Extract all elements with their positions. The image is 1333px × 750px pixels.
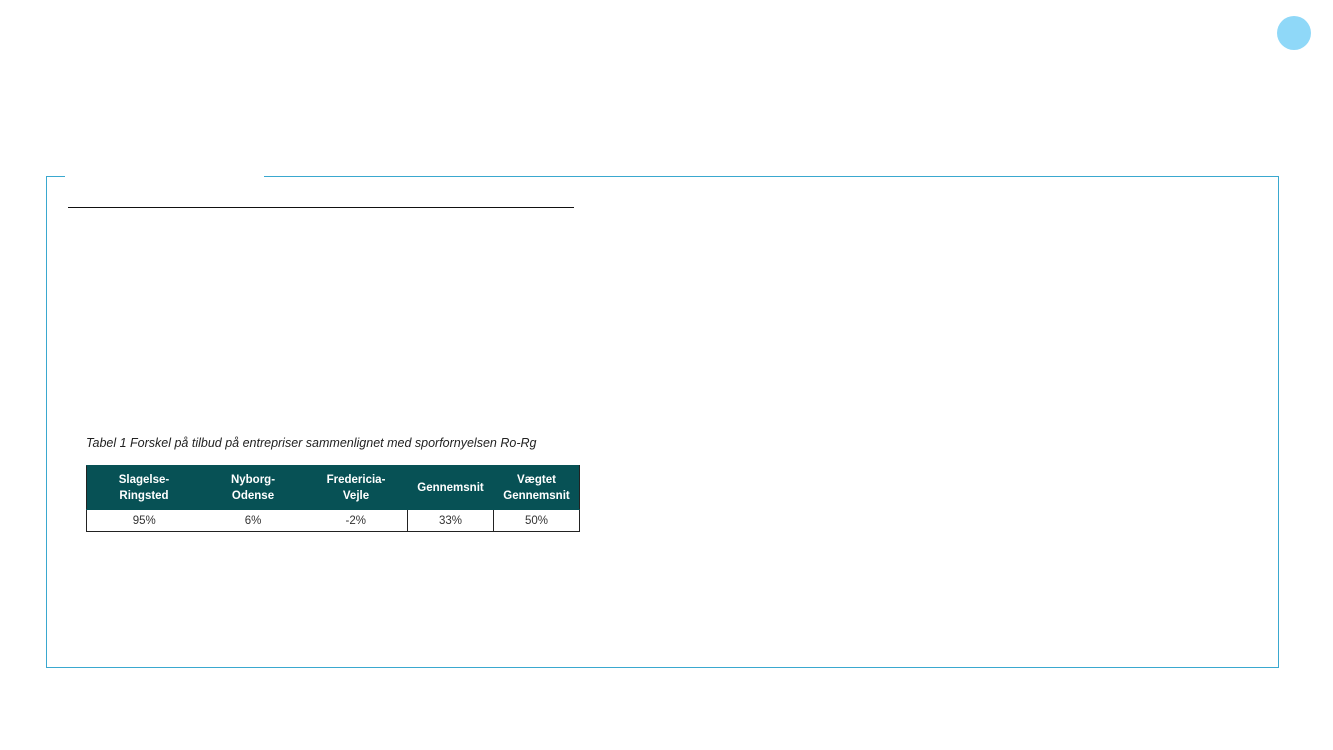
cell-gennemsnit: 33% bbox=[407, 509, 494, 532]
header-slagelse-ringsted: Slagelse- Ringsted bbox=[86, 465, 202, 510]
page-indicator-dot bbox=[1277, 16, 1311, 50]
cell-nyborg-odense: 6% bbox=[201, 509, 305, 532]
slide: Tabel 1 Forskel på tilbud på entrepriser… bbox=[0, 0, 1333, 750]
cell-fredericia-vejle: -2% bbox=[304, 509, 408, 532]
content-frame: Tabel 1 Forskel på tilbud på entrepriser… bbox=[46, 175, 1279, 668]
header-nyborg-odense: Nyborg- Odense bbox=[201, 465, 305, 510]
frame-title-gap bbox=[65, 175, 264, 179]
cell-vaegtet-gennemsnit: 50% bbox=[493, 509, 580, 532]
price-difference-table: Slagelse- Ringsted Nyborg- Odense Freder… bbox=[86, 465, 580, 532]
table-row: 95% 6% -2% 33% 50% bbox=[86, 509, 580, 532]
cell-slagelse-ringsted: 95% bbox=[86, 509, 202, 532]
header-gennemsnit: Gennemsnit bbox=[407, 465, 494, 510]
table-caption: Tabel 1 Forskel på tilbud på entrepriser… bbox=[86, 436, 537, 450]
header-fredericia-vejle: Fredericia- Vejle bbox=[304, 465, 408, 510]
heading-underline bbox=[68, 207, 574, 208]
header-vaegtet-gennemsnit: Vægtet Gennemsnit bbox=[493, 465, 580, 510]
table-header-row: Slagelse- Ringsted Nyborg- Odense Freder… bbox=[86, 465, 580, 510]
